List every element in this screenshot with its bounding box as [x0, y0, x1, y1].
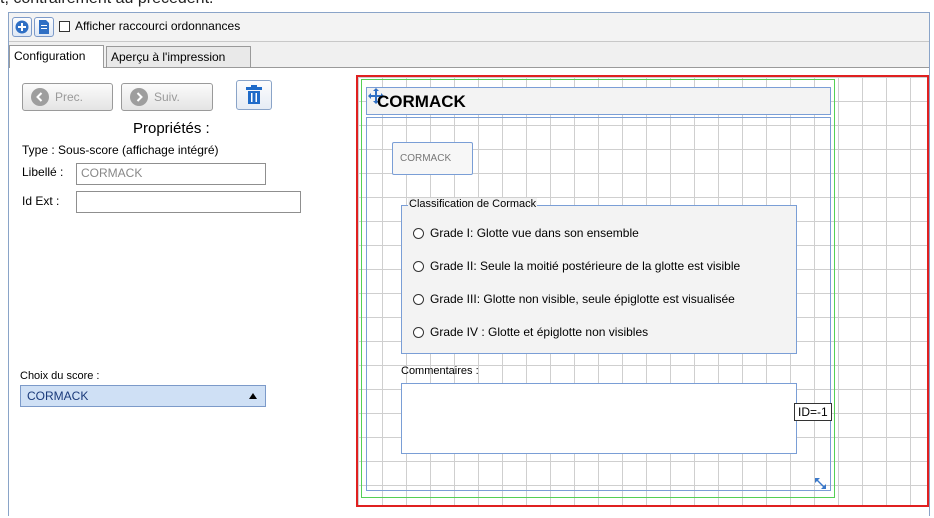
dropdown-arrow-icon — [249, 393, 257, 399]
toolbar: Afficher raccourci ordonnances — [9, 13, 929, 42]
radio-button[interactable] — [413, 326, 424, 338]
add-button[interactable] — [12, 17, 32, 37]
radio-grade-4[interactable]: Grade IV : Glotte et épiglotte non visib… — [413, 323, 648, 341]
radio-grade-3-label: Grade III: Glotte non visible, seule épi… — [430, 292, 735, 306]
radio-button[interactable] — [413, 293, 424, 305]
prev-button-label: Prec. — [55, 90, 84, 104]
comments-textarea[interactable] — [401, 383, 797, 454]
tab-print-preview[interactable]: Aperçu à l'impression — [106, 46, 251, 67]
score-label: Choix du score : — [20, 370, 100, 382]
type-text: Type : Sous-score (affichage intégré) — [22, 143, 219, 157]
idext-label: Id Ext : — [22, 194, 60, 208]
arrow-left-icon — [31, 88, 49, 106]
properties-title: Propriétés : — [133, 120, 210, 137]
trash-icon — [246, 85, 262, 104]
cut-off-header-text: t, contrairement au précédent. — [0, 0, 213, 10]
tab-bar: Configuration Aperçu à l'impression — [9, 45, 309, 68]
shortcut-checkbox[interactable] — [59, 21, 70, 32]
classification-group-title: Classification de Cormack — [408, 198, 538, 210]
radio-grade-1-label: Grade I: Glotte vue dans son ensemble — [430, 226, 639, 240]
tab-configuration[interactable]: Configuration — [9, 45, 104, 68]
libelle-input[interactable]: CORMACK — [76, 163, 266, 185]
id-badge: ID=-1 — [794, 403, 832, 421]
radio-grade-2-label: Grade II: Seule la moitié postérieure de… — [430, 259, 741, 273]
prev-button[interactable]: Prec. — [22, 83, 113, 111]
radio-grade-1[interactable]: Grade I: Glotte vue dans son ensemble — [413, 224, 639, 242]
resize-handle-icon[interactable] — [814, 477, 828, 489]
radio-grade-2[interactable]: Grade II: Seule la moitié postérieure de… — [413, 257, 740, 275]
idext-input[interactable] — [76, 191, 301, 213]
score-title: CORMACK — [377, 92, 466, 111]
next-button-label: Suiv. — [154, 90, 180, 104]
libelle-label: Libellé : — [22, 165, 64, 179]
next-button[interactable]: Suiv. — [121, 83, 213, 111]
radio-button[interactable] — [413, 260, 424, 272]
comments-label: Commentaires : — [401, 365, 479, 377]
radio-button[interactable] — [413, 227, 424, 239]
score-select-value: CORMACK — [27, 389, 89, 403]
radio-grade-4-label: Grade IV : Glotte et épiglotte non visib… — [430, 325, 649, 339]
delete-button[interactable] — [236, 80, 272, 110]
plus-circle-icon — [15, 20, 29, 34]
radio-grade-3[interactable]: Grade III: Glotte non visible, seule épi… — [413, 290, 735, 308]
arrow-right-icon — [130, 88, 148, 106]
score-button-label: CORMACK — [400, 153, 452, 164]
document-button[interactable] — [34, 17, 54, 37]
shortcut-checkbox-label: Afficher raccourci ordonnances — [75, 19, 241, 33]
score-select[interactable]: CORMACK — [20, 385, 266, 407]
document-icon — [39, 20, 49, 34]
score-button[interactable]: CORMACK — [392, 142, 473, 175]
